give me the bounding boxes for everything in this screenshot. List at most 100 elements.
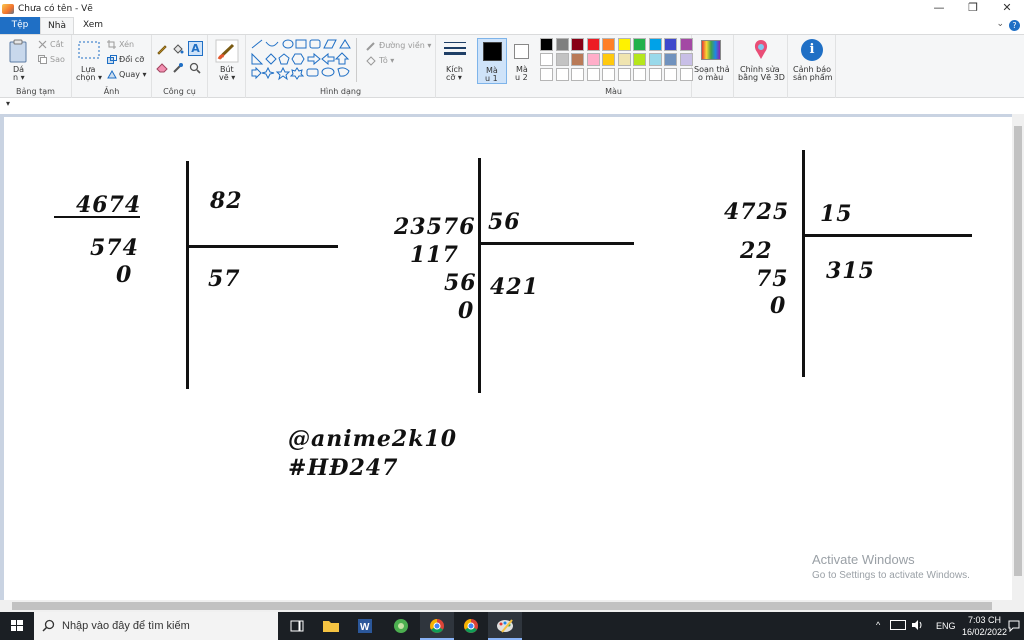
div1-vertical-line	[186, 161, 189, 389]
palette-swatch[interactable]	[602, 68, 615, 81]
palette-swatch[interactable]	[540, 68, 553, 81]
div1-quotient: 57	[208, 266, 241, 292]
activation-subtitle: Go to Settings to activate Windows.	[812, 570, 970, 581]
magnifier-icon[interactable]	[189, 62, 201, 77]
palette-swatch[interactable]	[679, 68, 693, 81]
fill-icon[interactable]	[172, 43, 184, 58]
fill-dropdown[interactable]: Tô ▾	[379, 56, 394, 65]
paste-dropdown[interactable]: n ▾	[13, 73, 25, 82]
colors-group-label: Màu	[605, 87, 622, 96]
tray-chevron-icon[interactable]: ^	[876, 620, 880, 630]
rotate-button[interactable]: Quay ▾	[119, 70, 147, 79]
keyboard-icon[interactable]	[890, 620, 906, 630]
close-button[interactable]: ✕	[990, 0, 1024, 17]
outline-dropdown[interactable]: Đường viền ▾	[379, 41, 431, 50]
color2-button[interactable]: Mà u 2	[508, 38, 536, 84]
palette-swatch[interactable]	[617, 38, 631, 51]
notification-icon[interactable]	[1008, 620, 1020, 634]
paint-button[interactable]	[488, 612, 522, 640]
palette-swatch[interactable]	[648, 53, 662, 66]
minimize-button[interactable]: —	[922, 0, 956, 17]
vertical-scrollbar[interactable]	[1012, 114, 1024, 612]
app-green-button[interactable]	[384, 612, 418, 640]
palette-swatch[interactable]	[617, 53, 631, 66]
volume-icon[interactable]	[911, 619, 923, 633]
color1-button[interactable]: Mà u 1	[477, 38, 507, 84]
paint-icon	[497, 619, 513, 633]
chrome-button-2[interactable]	[454, 612, 488, 640]
shapes-scroll[interactable]	[356, 38, 362, 82]
palette-swatch[interactable]	[571, 68, 584, 81]
edit-colors-label-line2: o màu	[698, 73, 724, 82]
color-picker-icon[interactable]	[172, 62, 184, 77]
start-button[interactable]	[0, 612, 34, 640]
palette-swatch[interactable]	[586, 38, 600, 51]
horizontal-scroll-thumb[interactable]	[12, 602, 992, 610]
div3-step2: 75	[756, 266, 789, 292]
collapse-ribbon-icon[interactable]: ⌄	[996, 19, 1004, 29]
shapes-gallery[interactable]	[250, 38, 358, 87]
crop-button[interactable]: Xén	[119, 40, 134, 49]
horizontal-scrollbar[interactable]	[0, 600, 1012, 612]
palette-swatch[interactable]	[664, 38, 677, 51]
resize-button[interactable]: Đổi cỡ	[119, 55, 144, 64]
palette-swatch[interactable]	[571, 38, 584, 51]
palette-swatch[interactable]	[540, 53, 553, 66]
paint3d-label-line2: bằng Vẽ 3D	[738, 73, 785, 82]
tab-home[interactable]: Nhà	[40, 17, 74, 34]
paste-icon[interactable]	[8, 39, 30, 66]
task-view-button[interactable]	[280, 612, 314, 640]
size-dropdown[interactable]: cỡ ▾	[446, 73, 462, 82]
file-explorer-button[interactable]	[314, 612, 348, 640]
maximize-button[interactable]: ❐	[956, 0, 990, 17]
palette-swatch[interactable]	[540, 38, 553, 51]
palette-swatch[interactable]	[648, 68, 662, 81]
palette-swatch[interactable]	[602, 53, 615, 66]
help-icon[interactable]: ?	[1009, 20, 1020, 31]
palette-swatch[interactable]	[555, 53, 569, 66]
drawing-canvas[interactable]: 4674 82 574 0 57 23576 56 117 56 0 421 4…	[4, 117, 1012, 601]
paint3d-icon[interactable]	[751, 39, 771, 64]
clock-time[interactable]: 7:03 CH	[968, 615, 1001, 625]
palette-swatch[interactable]	[602, 38, 615, 51]
tab-file[interactable]: Tệp	[0, 17, 40, 34]
palette-swatch[interactable]	[617, 68, 631, 81]
palette-swatch[interactable]	[664, 53, 677, 66]
palette-swatch[interactable]	[555, 38, 569, 51]
div3-dividend: 4725	[724, 199, 790, 225]
vertical-scroll-thumb[interactable]	[1014, 126, 1022, 576]
window-title: Chưa có tên - Vẽ	[18, 3, 93, 14]
pencil-icon[interactable]	[156, 43, 168, 58]
info-icon[interactable]: i	[801, 39, 823, 61]
tab-view[interactable]: Xem	[76, 17, 110, 34]
select-dropdown[interactable]: chọn ▾	[76, 73, 102, 82]
clock-date[interactable]: 16/02/2022	[962, 627, 1007, 637]
div3-divisor: 15	[820, 201, 853, 227]
palette-swatch[interactable]	[571, 53, 584, 66]
palette-swatch[interactable]	[679, 53, 693, 66]
chrome-button-1[interactable]	[420, 612, 454, 640]
shapes-group-label: Hình dạng	[319, 87, 362, 96]
input-language[interactable]: ENG	[936, 621, 956, 631]
brushes-dropdown[interactable]: vẽ ▾	[219, 73, 235, 82]
eraser-icon[interactable]	[156, 63, 168, 76]
select-icon[interactable]	[78, 41, 100, 62]
palette-swatch[interactable]	[633, 68, 646, 81]
cut-button[interactable]: Cắt	[50, 40, 64, 49]
taskbar-search[interactable]: Nhập vào đây để tìm kiếm	[34, 612, 278, 640]
palette-swatch[interactable]	[664, 68, 677, 81]
edit-colors-icon[interactable]	[701, 40, 721, 60]
copy-button[interactable]: Sao	[50, 55, 65, 64]
palette-swatch[interactable]	[586, 68, 600, 81]
size-icon[interactable]	[444, 41, 466, 62]
text-tool-icon[interactable]: A	[188, 41, 203, 56]
customize-qat-icon[interactable]: ▾	[6, 99, 10, 108]
palette-swatch[interactable]	[633, 38, 646, 51]
palette-swatch[interactable]	[586, 53, 600, 66]
palette-swatch[interactable]	[648, 38, 662, 51]
brush-icon[interactable]	[215, 39, 239, 66]
palette-swatch[interactable]	[679, 38, 693, 51]
word-button[interactable]: W	[348, 612, 382, 640]
palette-swatch[interactable]	[555, 68, 569, 81]
palette-swatch[interactable]	[633, 53, 646, 66]
